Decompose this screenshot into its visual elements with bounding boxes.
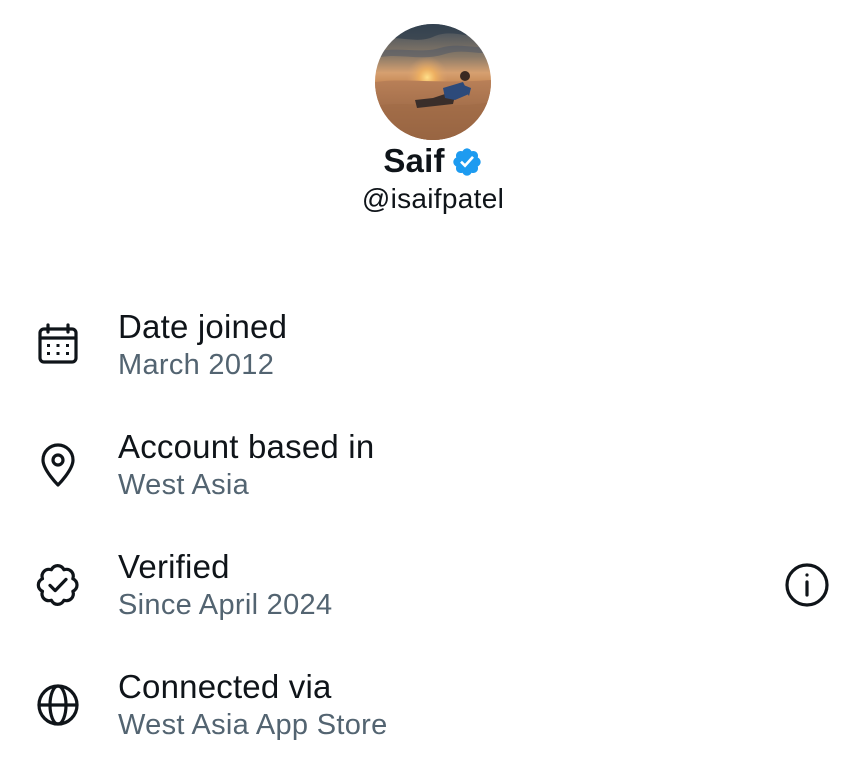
display-name: Saif <box>383 142 445 179</box>
about-row-account-based-in: Account based in West Asia <box>0 420 866 530</box>
row-value: March 2012 <box>118 349 275 381</box>
row-value: West Asia <box>118 469 250 501</box>
location-pin-icon <box>34 441 82 489</box>
verified-badge-outline-icon <box>34 561 82 609</box>
avatar[interactable] <box>375 24 491 140</box>
name-row: Saif <box>0 140 866 182</box>
globe-icon <box>34 681 82 729</box>
about-row-date-joined: Date joined March 2012 <box>0 300 866 410</box>
profile-header: Saif @isaifpatel <box>0 0 866 230</box>
verified-badge-icon[interactable] <box>451 146 483 178</box>
calendar-icon <box>34 321 82 369</box>
about-row-connected-via: Connected via West Asia App Store <box>0 660 866 770</box>
row-value: West Asia App Store <box>118 709 388 741</box>
profile-handle: @isaifpatel <box>361 183 505 214</box>
row-title: Date joined <box>118 308 288 345</box>
row-title: Account based in <box>118 428 375 465</box>
row-title: Connected via <box>118 668 332 705</box>
avatar-image <box>375 24 491 140</box>
about-row-verified: Verified Since April 2024 <box>0 540 866 650</box>
info-icon[interactable] <box>782 560 832 610</box>
row-title: Verified <box>118 548 230 585</box>
row-value: Since April 2024 <box>118 589 333 621</box>
